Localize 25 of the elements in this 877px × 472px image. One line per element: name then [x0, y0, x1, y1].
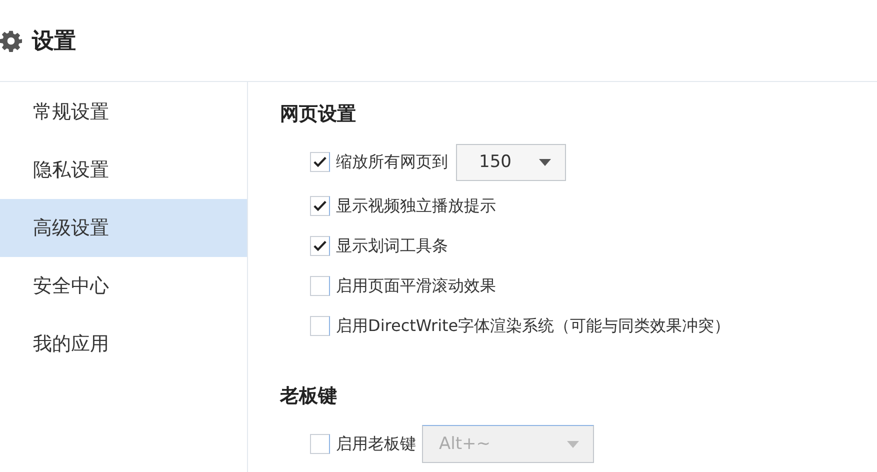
window-title: 设置 [32, 28, 76, 56]
sidebar-item[interactable]: 常规设置 [0, 83, 247, 141]
check-icon [312, 154, 328, 170]
checkbox[interactable] [310, 152, 330, 172]
sidebar-item[interactable]: 隐私设置 [0, 141, 247, 199]
checkbox[interactable] [310, 316, 330, 336]
checkbox[interactable] [310, 236, 330, 256]
checkbox-label: 启用老板键 [336, 434, 416, 454]
section-heading: 网页设置 [280, 102, 356, 127]
section-heading: 老板键 [280, 384, 337, 409]
settings-icon [0, 30, 22, 52]
check-icon [312, 238, 328, 254]
checkbox[interactable] [310, 196, 330, 216]
check-icon [312, 198, 328, 214]
checkbox-label: 启用页面平滑滚动效果 [336, 276, 496, 296]
checkbox[interactable] [310, 434, 330, 454]
checkbox-label: 显示视频独立播放提示 [336, 196, 496, 216]
checkbox-label: 启用DirectWrite字体渲染系统（可能与同类效果冲突） [336, 316, 730, 336]
checkbox-label: 显示划词工具条 [336, 236, 448, 256]
checkbox[interactable] [310, 276, 330, 296]
checkbox-label: 缩放所有网页到 [336, 152, 448, 172]
dropdown[interactable]: 150 [456, 144, 566, 180]
sidebar-item[interactable]: 安全中心 [0, 257, 247, 315]
sidebar-item[interactable]: 我的应用 [0, 315, 247, 373]
sidebar-item[interactable]: 高级设置 [0, 199, 247, 257]
